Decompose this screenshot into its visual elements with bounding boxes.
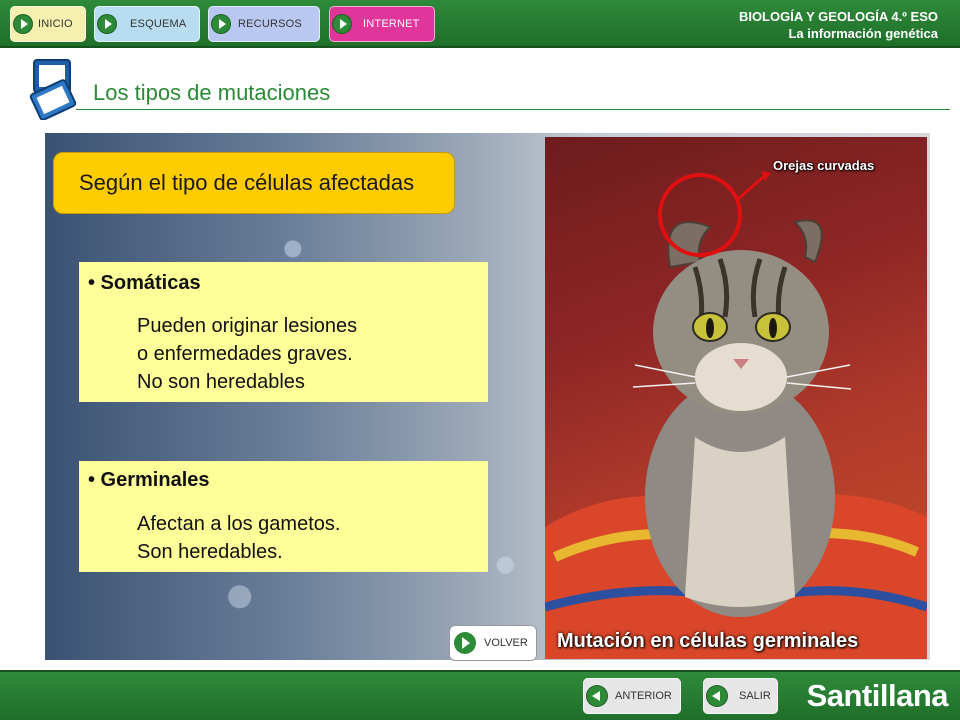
- nav-inicio-label: INICIO: [38, 18, 73, 30]
- monitor-icon: [29, 59, 77, 120]
- play-icon: [14, 15, 32, 33]
- content-heading: Según el tipo de células afectadas: [53, 152, 455, 214]
- ear-annotation: Orejas curvadas: [773, 158, 875, 173]
- volver-label: VOLVER: [484, 637, 528, 649]
- somaticas-line: Pueden originar lesiones: [137, 315, 358, 337]
- play-icon: [333, 15, 351, 33]
- somaticas-line: o enfermedades graves.: [137, 343, 353, 365]
- cat-photo: [545, 137, 927, 659]
- brand-logo: Santillana: [806, 678, 949, 713]
- germinales-box: • Germinales Afectan a los gametos. Son …: [79, 461, 488, 572]
- anterior-button[interactable]: ANTERIOR: [583, 678, 681, 714]
- germinales-line: Afectan a los gametos.: [137, 513, 341, 535]
- salir-button[interactable]: SALIR: [703, 678, 778, 714]
- header-unit: La información genética: [788, 26, 938, 41]
- back-arrow-icon: [707, 686, 727, 706]
- somaticas-description: Pueden originar lesiones o enfermedades …: [137, 312, 357, 396]
- title-divider: [76, 109, 950, 110]
- germinales-line: Son heredables.: [137, 541, 283, 563]
- nav-recursos-label: RECURSOS: [238, 18, 302, 30]
- volver-button[interactable]: VOLVER: [449, 625, 537, 661]
- play-triangle: [462, 637, 470, 649]
- salir-label: SALIR: [739, 690, 771, 702]
- nav-recursos-button[interactable]: RECURSOS: [208, 6, 320, 42]
- germinales-title: • Germinales: [88, 469, 210, 491]
- germinales-description: Afectan a los gametos. Son heredables.: [137, 510, 340, 566]
- photo-caption: Mutación en células germinales: [557, 630, 859, 652]
- somaticas-title: • Somáticas: [88, 272, 201, 294]
- nav-inicio-button[interactable]: INICIO: [10, 6, 86, 42]
- nav-esquema-label: ESQUEMA: [130, 18, 187, 30]
- somaticas-line: No son heredables: [137, 371, 305, 393]
- header-title: BIOLOGÍA Y GEOLOGÍA 4.º ESO La informaci…: [739, 8, 938, 42]
- header-subject: BIOLOGÍA Y GEOLOGÍA 4.º ESO: [738, 9, 938, 24]
- nav-internet-button[interactable]: INTERNET: [329, 6, 435, 42]
- somaticas-box: • Somáticas Pueden originar lesiones o e…: [79, 262, 488, 402]
- play-icon: [454, 632, 476, 654]
- play-icon: [98, 15, 116, 33]
- nav-esquema-button[interactable]: ESQUEMA: [94, 6, 200, 42]
- cat-illustration: [545, 171, 927, 659]
- play-icon: [212, 15, 230, 33]
- page-title: Los tipos de mutaciones: [93, 80, 331, 105]
- nav-internet-label: INTERNET: [363, 18, 420, 30]
- back-arrow-icon: [587, 686, 607, 706]
- anterior-label: ANTERIOR: [615, 690, 672, 702]
